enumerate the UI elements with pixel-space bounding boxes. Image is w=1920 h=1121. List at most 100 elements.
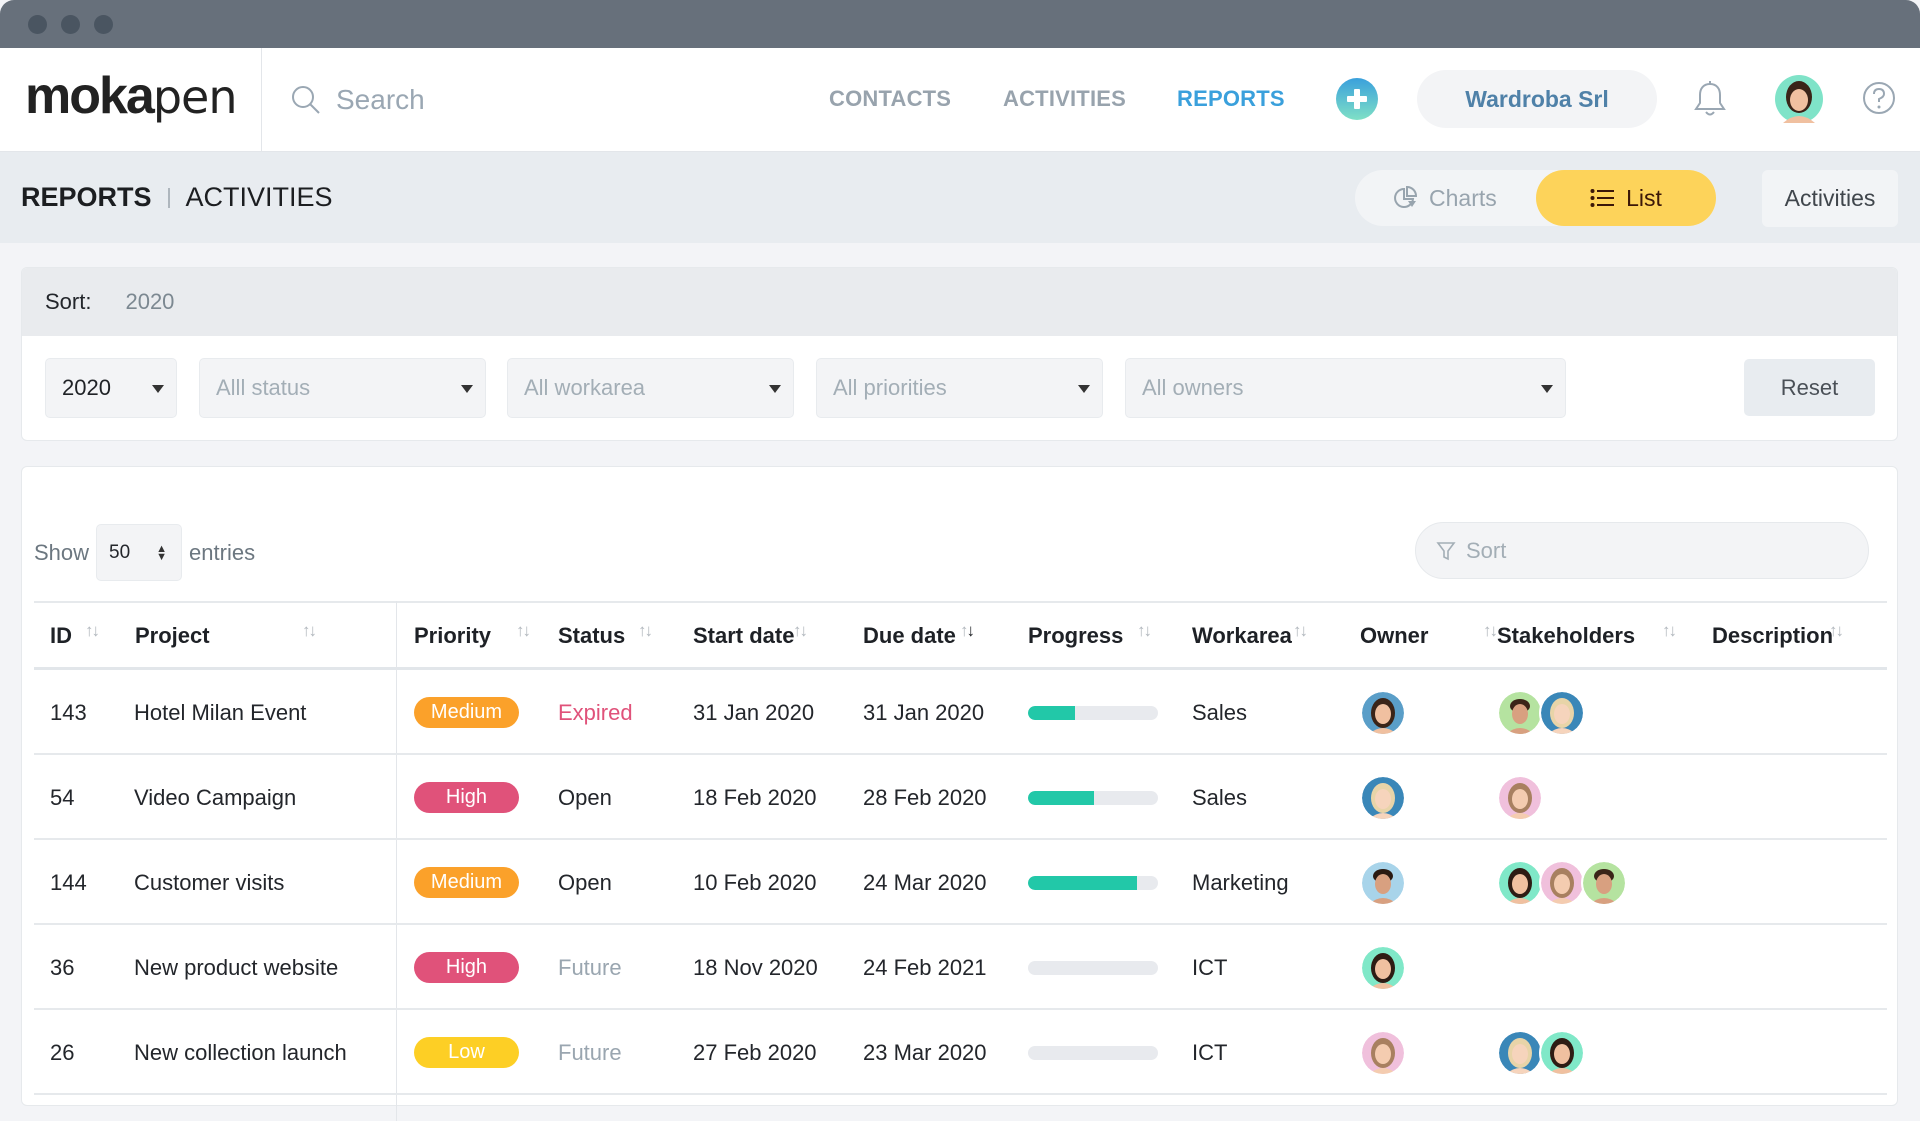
cell-id: 26	[50, 1039, 75, 1065]
charts-view-button[interactable]: Charts	[1393, 170, 1497, 226]
cell-status: Future	[558, 954, 622, 980]
help-button[interactable]	[1862, 81, 1896, 120]
column-header-start-date[interactable]: Start date	[693, 603, 794, 669]
sort-arrows-icon[interactable]: ↑↓	[516, 621, 531, 641]
sort-value: 2020	[125, 289, 175, 314]
sort-label: Sort:	[45, 289, 92, 314]
column-header-due-date[interactable]: Due date	[863, 603, 956, 669]
add-button[interactable]	[1336, 78, 1378, 120]
cell-owner	[1360, 755, 1406, 840]
column-header-id[interactable]: ID	[50, 603, 72, 669]
table-row[interactable]: 36 New product website High Future 18 Nov 20…	[34, 925, 1887, 1010]
window-titlebar	[0, 0, 1920, 48]
priorities-select[interactable]: All priorities	[816, 358, 1103, 418]
nav-contacts[interactable]: CONTACTS	[829, 86, 951, 112]
avatar-short-haired-man[interactable]	[1360, 859, 1406, 906]
cell-workarea: Sales	[1192, 784, 1248, 810]
column-header-workarea[interactable]: Workarea	[1192, 603, 1292, 669]
breadcrumb-section[interactable]: REPORTS	[21, 182, 152, 213]
cell-status: Open	[558, 784, 612, 810]
cell-id: 54	[50, 784, 75, 810]
cell-due-date: 23 Mar 2020	[863, 1039, 987, 1065]
activities-button[interactable]: Activities	[1762, 170, 1898, 227]
sort-arrows-icon[interactable]: ↑↓	[793, 621, 808, 641]
sort-arrows-icon[interactable]: ↑↓	[85, 621, 100, 641]
sort-arrows-icon[interactable]: ↑↓	[1662, 621, 1677, 641]
column-header-status[interactable]: Status	[558, 603, 625, 669]
cell-due-date: 24 Feb 2021	[863, 954, 987, 980]
cell-status: Expired	[558, 699, 633, 725]
year-select[interactable]: 2020	[45, 358, 177, 418]
avatar-teal-brunette-woman[interactable]	[1497, 859, 1543, 906]
progress-bar	[1028, 1045, 1158, 1060]
workarea-select[interactable]: All workarea	[507, 358, 794, 418]
user-avatar[interactable]	[1775, 75, 1823, 128]
column-header-description[interactable]: Description	[1712, 603, 1833, 669]
priorities-select-value: All priorities	[833, 375, 947, 400]
avatar-light-brown-haired-woman[interactable]	[1360, 1029, 1406, 1076]
progress-bar	[1028, 790, 1158, 805]
avatar-light-brown-haired-woman[interactable]	[1539, 859, 1585, 906]
cell-project[interactable]: Video Campaign	[134, 755, 296, 840]
progress-bar	[1028, 960, 1158, 975]
priority-badge: Low	[414, 1037, 519, 1068]
cell-priority: Medium	[414, 840, 519, 925]
window-close-button[interactable]	[28, 15, 47, 34]
column-header-stakeholders[interactable]: Stakeholders	[1497, 603, 1635, 669]
notifications-button[interactable]	[1693, 81, 1727, 124]
column-header-owner[interactable]: Owner	[1360, 603, 1428, 669]
sort-arrows-icon[interactable]: ↑↓	[638, 621, 653, 641]
cell-project[interactable]: Hotel Milan Event	[134, 670, 306, 755]
show-label: Show	[34, 539, 90, 565]
chevron-down-icon	[769, 385, 781, 393]
status-select[interactable]: Alll status	[199, 358, 486, 418]
sort-arrows-icon[interactable]: ↑↓	[1829, 621, 1844, 641]
sort-arrows-icon[interactable]: ↑↓	[1137, 621, 1152, 641]
avatar-blonde-woman[interactable]	[1360, 774, 1406, 821]
sort-arrows-icon[interactable]: ↑↓	[1293, 621, 1308, 641]
table-row[interactable]: 143 Hotel Milan Event Medium Expired 31 Jan …	[34, 670, 1887, 755]
cell-owner	[1360, 925, 1406, 1010]
sort-arrows-icon[interactable]: ↑↓	[302, 621, 317, 641]
nav-activities[interactable]: ACTIVITIES	[1003, 86, 1126, 112]
table-row[interactable]: 144 Customer visits Medium Open 10 Feb 2020 2…	[34, 840, 1887, 925]
window-minimize-button[interactable]	[61, 15, 80, 34]
avatar-brunette-woman[interactable]	[1360, 689, 1406, 736]
avatar-dark-haired-man[interactable]	[1581, 859, 1627, 906]
table-row[interactable]: 26 New collection launch Low Future 27 Feb 2…	[34, 1010, 1887, 1095]
search-input[interactable]: Search	[290, 78, 425, 122]
stakeholder-avatars	[1497, 689, 1585, 736]
avatar-light-brown-haired-woman[interactable]	[1497, 774, 1543, 821]
sort-arrows-icon[interactable]: ↑↓	[960, 621, 975, 641]
logo[interactable]: mokapen	[25, 66, 237, 126]
cell-id: 36	[50, 954, 75, 980]
progress-bar-fill	[1028, 875, 1138, 890]
nav-reports[interactable]: REPORTS	[1177, 86, 1285, 112]
cell-status: Future	[558, 1039, 622, 1065]
owners-select[interactable]: All owners	[1125, 358, 1566, 418]
avatar-teal-brunette-woman[interactable]	[1360, 944, 1406, 991]
sort-arrows-icon[interactable]: ↑↓	[1483, 621, 1498, 641]
table-sort-input[interactable]: Sort	[1415, 522, 1869, 579]
page-size-select[interactable]: 50 ▲ ▼	[96, 524, 183, 581]
cell-priority: Medium	[414, 670, 519, 755]
column-header-project[interactable]: Project	[135, 603, 210, 669]
cell-project[interactable]: Customer visits	[134, 840, 284, 925]
list-view-button[interactable]: List	[1536, 170, 1716, 226]
avatar-blonde-woman[interactable]	[1497, 1029, 1543, 1076]
cell-project[interactable]: New product website	[134, 925, 338, 1010]
column-header-priority[interactable]: Priority	[414, 603, 491, 669]
cell-id: 143	[50, 699, 87, 725]
avatar-blonde-woman[interactable]	[1539, 689, 1585, 736]
reset-button[interactable]: Reset	[1744, 359, 1875, 416]
logo-light: pen	[152, 70, 238, 124]
avatar-dark-haired-man[interactable]	[1497, 689, 1543, 736]
company-switcher[interactable]: Wardroba Srl	[1417, 70, 1657, 128]
column-header-progress[interactable]: Progress	[1028, 603, 1123, 669]
table-row[interactable]: 54 Video Campaign High Open 18 Feb 2020 28 Fe…	[34, 755, 1887, 840]
progress-bar-fill	[1028, 790, 1095, 805]
table-sort-placeholder: Sort	[1466, 537, 1507, 563]
cell-project[interactable]: New collection launch	[134, 1010, 347, 1095]
window-maximize-button[interactable]	[94, 15, 113, 34]
avatar-teal-brunette-woman[interactable]	[1539, 1029, 1585, 1076]
